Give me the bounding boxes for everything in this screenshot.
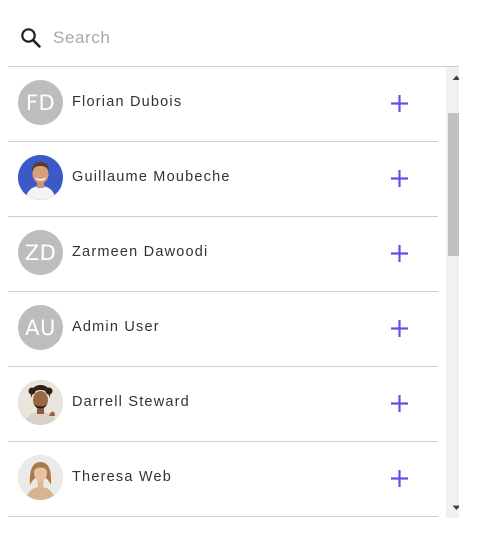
add-user-button[interactable] bbox=[389, 168, 410, 189]
user-name: Theresa Web bbox=[72, 469, 172, 485]
scroll-up-button[interactable] bbox=[446, 67, 459, 88]
plus-icon bbox=[391, 470, 408, 487]
user-picker-panel: FD Florian Dubois bbox=[0, 0, 486, 547]
user-row-admin-user[interactable]: AU Admin User bbox=[8, 292, 438, 367]
user-name: Zarmeen Dawoodi bbox=[72, 244, 209, 260]
scroll-down-button[interactable] bbox=[446, 497, 459, 518]
add-user-button[interactable] bbox=[389, 243, 410, 264]
user-name: Admin User bbox=[72, 319, 160, 335]
user-list-items: FD Florian Dubois Guillaume Moubeche ZD … bbox=[8, 67, 438, 517]
user-row-florian-dubois[interactable]: FD Florian Dubois bbox=[8, 67, 438, 142]
user-photo bbox=[18, 455, 63, 500]
plus-icon bbox=[391, 245, 408, 262]
user-photo bbox=[18, 155, 63, 200]
avatar-photo bbox=[18, 380, 63, 425]
plus-icon bbox=[391, 320, 408, 337]
user-row-theresa-web[interactable]: Theresa Web bbox=[8, 442, 438, 517]
search-icon bbox=[20, 27, 42, 49]
plus-icon bbox=[391, 95, 408, 112]
user-row-darrell-steward[interactable]: Darrell Steward bbox=[8, 367, 438, 442]
plus-icon bbox=[391, 395, 408, 412]
user-photo bbox=[18, 380, 63, 425]
user-row-guillaume-moubeche[interactable]: Guillaume Moubeche bbox=[8, 142, 438, 217]
caret-up-icon bbox=[452, 75, 459, 80]
avatar-initials: AU bbox=[25, 315, 56, 340]
scrollbar-thumb[interactable] bbox=[448, 113, 459, 256]
search-bar bbox=[8, 0, 459, 67]
user-name: Florian Dubois bbox=[72, 94, 183, 110]
caret-down-icon bbox=[452, 505, 459, 510]
avatar-initials: FD bbox=[25, 90, 56, 115]
add-user-button[interactable] bbox=[389, 468, 410, 489]
avatar: ZD bbox=[18, 230, 63, 275]
avatar-photo bbox=[18, 455, 63, 500]
plus-icon bbox=[391, 170, 408, 187]
avatar: FD bbox=[18, 80, 63, 125]
user-row-zarmeen-dawoodi[interactable]: ZD Zarmeen Dawoodi bbox=[8, 217, 438, 292]
search-input[interactable] bbox=[53, 22, 433, 54]
add-user-button[interactable] bbox=[389, 93, 410, 114]
avatar-photo bbox=[18, 155, 63, 200]
user-name: Darrell Steward bbox=[72, 394, 190, 410]
add-user-button[interactable] bbox=[389, 393, 410, 414]
user-list[interactable]: FD Florian Dubois Guillaume Moubeche ZD … bbox=[8, 67, 459, 518]
avatar: AU bbox=[18, 305, 63, 350]
user-name: Guillaume Moubeche bbox=[72, 169, 231, 185]
avatar-initials: ZD bbox=[24, 240, 57, 265]
add-user-button[interactable] bbox=[389, 318, 410, 339]
scrollbar[interactable] bbox=[446, 67, 459, 518]
